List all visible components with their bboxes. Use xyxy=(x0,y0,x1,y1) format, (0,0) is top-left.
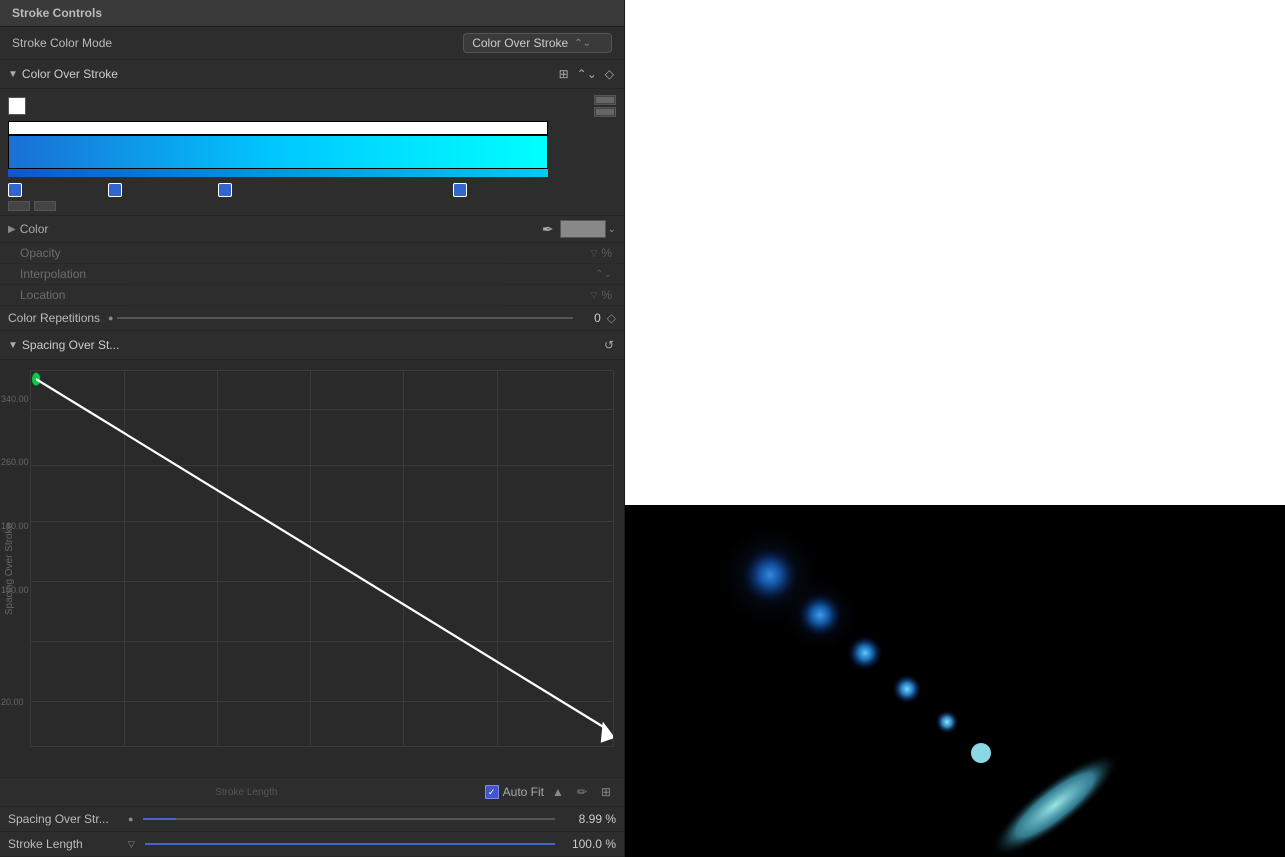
dots-visualization xyxy=(625,505,1285,857)
opacity-percent: % xyxy=(601,246,612,260)
spacing-reset-icon[interactable]: ↺ xyxy=(602,336,616,354)
spacing-collapse-icon[interactable]: ▼ xyxy=(8,340,18,351)
chevron-up-down-icon: ⌃⌄ xyxy=(574,38,591,49)
stroke-length-slider[interactable] xyxy=(145,843,555,845)
left-panel: Stroke Controls Stroke Color Mode Color … xyxy=(0,0,625,857)
fit-tool-icon[interactable]: ⊞ xyxy=(596,782,616,802)
color-repetitions-value: 0 xyxy=(581,311,601,325)
gradient-stops-row xyxy=(8,181,548,199)
gradient-stop-2[interactable] xyxy=(108,183,122,197)
gradient-preset-icon-1[interactable] xyxy=(594,95,616,105)
chart-container: Spacing Over Stroke 340.00 260.00 180.00… xyxy=(0,360,624,778)
gradient-editor xyxy=(0,89,624,216)
chart-label-340: 340.00 xyxy=(1,394,29,404)
spacing-slider-diamond-icon: ● xyxy=(128,814,133,824)
auto-fit-checkbox[interactable]: ✓ xyxy=(485,785,499,799)
section-icons: ⊞ ⌃⌄ ◇ xyxy=(557,65,616,83)
copy-layers-icon[interactable]: ⊞ xyxy=(557,65,571,83)
auto-fit-label: Auto Fit xyxy=(503,785,544,799)
color-over-stroke-section: ▼ Color Over Stroke ⊞ ⌃⌄ ◇ xyxy=(0,60,624,89)
gradient-top-row xyxy=(8,95,616,117)
opacity-diamond-icon: ▽ xyxy=(590,248,597,259)
stroke-length-fill xyxy=(145,843,555,845)
gradient-right-icons xyxy=(594,95,616,117)
spacing-over-stroke-slider-row: Spacing Over Str... ● 8.99 % xyxy=(0,807,624,832)
stroke-indicator-bar xyxy=(8,169,548,177)
spacing-over-stroke-slider-label: Spacing Over Str... xyxy=(8,812,128,826)
rep-diamond-icon: ● xyxy=(108,313,113,323)
color-swatch-white[interactable] xyxy=(8,97,26,115)
chart-x-axis-label: Stroke Length xyxy=(8,787,485,798)
gradient-blue-bar[interactable] xyxy=(8,135,548,169)
color-label: Color xyxy=(20,222,49,236)
color-row: ▶ Color ✒ ⌄ xyxy=(0,216,624,243)
stroke-mode-value: Color Over Stroke xyxy=(472,36,568,50)
stroke-length-slider-row: Stroke Length ▽ 100.0 % xyxy=(0,832,624,857)
gradient-display-icon-1[interactable] xyxy=(8,201,30,211)
chart-start-dot xyxy=(32,373,40,386)
right-panel xyxy=(625,0,1285,857)
opacity-row: Opacity ▽ % xyxy=(0,243,624,264)
stroke-length-value: 100.0 % xyxy=(561,837,616,851)
interpolation-row: Interpolation ⌃⌄ xyxy=(0,264,624,285)
bottom-rows: Spacing Over Str... ● 8.99 % Stroke Leng… xyxy=(0,807,624,857)
chart-toolbar: Stroke Length ✓ Auto Fit ▲ ✏ ⊞ xyxy=(0,778,624,807)
grid-lines-svg-2 xyxy=(596,108,614,116)
spacing-over-title: Spacing Over St... xyxy=(22,338,602,352)
chart-label-260: 260.00 xyxy=(1,457,29,467)
chart-line-svg xyxy=(31,371,613,746)
color-dropdown-arrow-icon[interactable]: ⌄ xyxy=(608,224,616,235)
chart-inner[interactable]: 340.00 260.00 180.00 100.00 20.00 xyxy=(30,370,614,747)
color-repetitions-slider[interactable] xyxy=(117,317,572,319)
chart-label-20: 20.00 xyxy=(1,697,24,707)
grid-lines-svg xyxy=(596,96,614,104)
gradient-preset-icon-2[interactable] xyxy=(594,107,616,117)
location-label: Location xyxy=(20,288,590,302)
opacity-label: Opacity xyxy=(20,246,590,260)
spacing-slider-fill xyxy=(143,818,176,820)
interpolation-label: Interpolation xyxy=(20,267,595,281)
preview-canvas xyxy=(625,505,1285,857)
gradient-stop-1[interactable] xyxy=(8,183,22,197)
spacing-over-stroke-value: 8.99 % xyxy=(561,812,616,826)
stroke-color-mode-row: Stroke Color Mode Color Over Stroke ⌃⌄ xyxy=(0,27,624,60)
color-over-stroke-title: Color Over Stroke xyxy=(22,67,557,81)
chart-label-180: 180.00 xyxy=(1,521,29,531)
gradient-stop-3[interactable] xyxy=(218,183,232,197)
stroke-length-label: Stroke Length xyxy=(8,837,128,851)
pen-tool-icon[interactable]: ✏ xyxy=(572,782,592,802)
arrow-tool-icon[interactable]: ▲ xyxy=(548,782,568,802)
gradient-white-bar[interactable] xyxy=(8,121,548,135)
eyedropper-icon[interactable]: ✒ xyxy=(542,221,554,238)
diamond-keyframe-icon[interactable]: ◇ xyxy=(603,65,616,83)
location-percent: % xyxy=(601,288,612,302)
color-repetitions-row: Color Repetitions ● 0 ◇ xyxy=(0,306,624,331)
gradient-stop-4[interactable] xyxy=(453,183,467,197)
auto-fit-checkbox-label[interactable]: ✓ Auto Fit xyxy=(485,785,544,799)
spacing-over-stroke-section: ▼ Spacing Over St... ↺ xyxy=(0,331,624,360)
location-row: Location ▽ % xyxy=(0,285,624,306)
color-expand-icon[interactable]: ▶ xyxy=(8,224,16,235)
chart-y-axis-label: Spacing Over Stroke xyxy=(4,522,24,614)
spacing-over-stroke-slider[interactable] xyxy=(143,818,555,820)
location-diamond-icon: ▽ xyxy=(590,290,597,301)
color-repetitions-label: Color Repetitions xyxy=(8,311,100,325)
preview-top-area xyxy=(625,0,1285,505)
chart-label-100: 100.00 xyxy=(1,585,29,595)
gradient-display-icon-2[interactable] xyxy=(34,201,56,211)
stroke-color-mode-dropdown[interactable]: Color Over Stroke ⌃⌄ xyxy=(463,33,612,53)
rep-keyframe-icon[interactable]: ◇ xyxy=(607,311,616,325)
panel-header: Stroke Controls xyxy=(0,0,624,27)
stack-arrows-icon[interactable]: ⌃⌄ xyxy=(575,65,599,83)
panel-title: Stroke Controls xyxy=(12,6,102,20)
stroke-color-mode-label: Stroke Color Mode xyxy=(12,36,112,50)
stroke-length-diamond-icon: ▽ xyxy=(128,839,135,850)
color-preview-box[interactable] xyxy=(560,220,606,238)
collapse-triangle-icon[interactable]: ▼ xyxy=(8,69,18,80)
interpolation-arrows-icon[interactable]: ⌃⌄ xyxy=(595,269,612,280)
